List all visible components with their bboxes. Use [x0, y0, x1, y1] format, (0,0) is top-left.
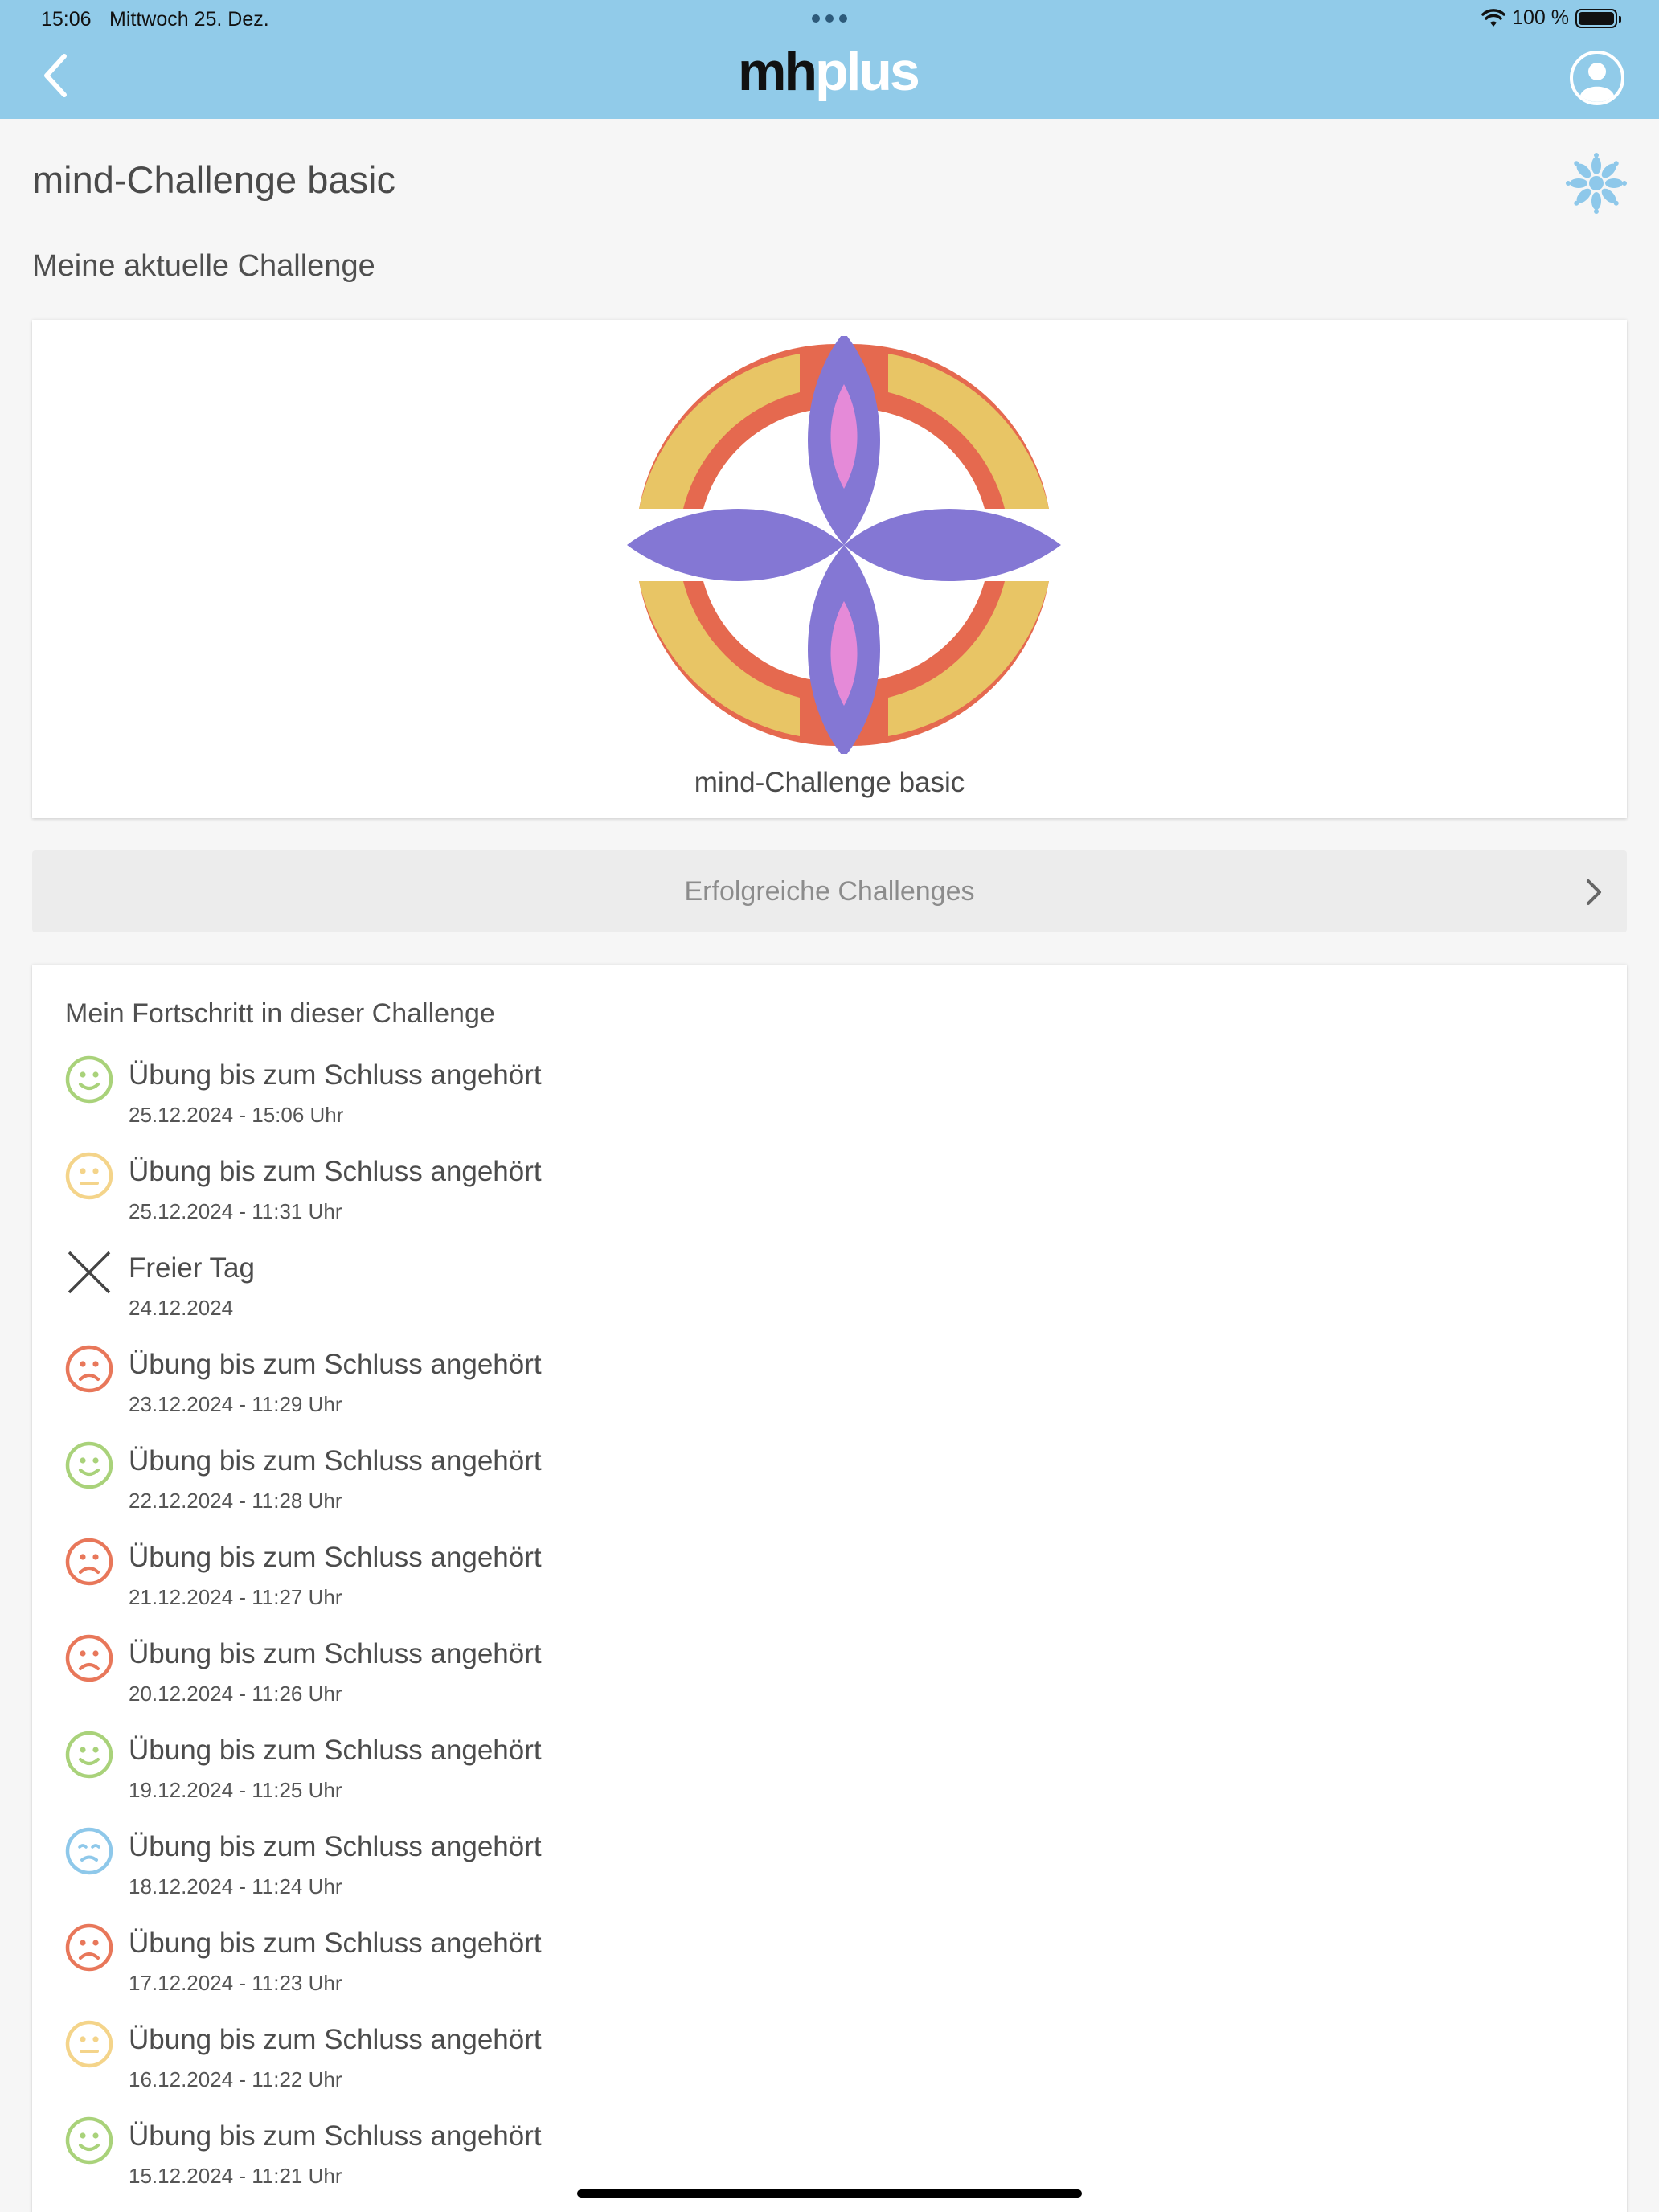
- happy-face-icon: [65, 1055, 113, 1104]
- entry-date: 25.12.2024 - 15:06 Uhr: [129, 1103, 344, 1127]
- progress-card: Mein Fortschritt in dieser Challenge Übu…: [32, 965, 1627, 2212]
- progress-entry: Übung bis zum Schluss angehört 25.12.2024…: [64, 1055, 1029, 1143]
- logo-mh: mh: [738, 41, 817, 102]
- entry-title: Übung bis zum Schluss angehört: [129, 2120, 542, 2152]
- progress-entry: Übung bis zum Schluss angehört 23.12.2024…: [64, 1344, 1029, 1432]
- challenge-name: mind-Challenge basic: [694, 767, 965, 798]
- progress-entry: Übung bis zum Schluss angehört 18.12.2024…: [64, 1826, 1029, 1915]
- entry-title: Übung bis zum Schluss angehört: [129, 1059, 542, 1091]
- battery-percent: 100 %: [1512, 6, 1569, 29]
- progress-entry: Übung bis zum Schluss angehört 25.12.2024…: [64, 1151, 1029, 1239]
- entry-title: Übung bis zum Schluss angehört: [129, 1156, 542, 1187]
- chevron-right-icon: [1587, 879, 1601, 905]
- progress-entry: Übung bis zum Schluss angehört 17.12.2024…: [64, 1923, 1029, 2011]
- user-profile-icon[interactable]: [1569, 50, 1625, 106]
- page-title: mind-Challenge basic: [32, 158, 395, 201]
- entry-date: 25.12.2024 - 11:31 Uhr: [129, 1199, 342, 1223]
- status-date: Mittwoch 25. Dez.: [109, 8, 269, 31]
- happy-face-icon: [65, 1441, 113, 1489]
- entry-date: 23.12.2024 - 11:29 Uhr: [129, 1392, 342, 1416]
- entry-date: 15.12.2024 - 11:21 Uhr: [129, 2164, 342, 2188]
- entry-title: Übung bis zum Schluss angehört: [129, 1349, 542, 1380]
- snowflake-icon[interactable]: [1566, 153, 1627, 214]
- close-x-icon: [68, 1251, 111, 1294]
- mandala-logo-icon: [627, 336, 1061, 754]
- neutral-face-icon: [65, 2020, 113, 2068]
- entry-title: Freier Tag: [129, 1252, 255, 1284]
- status-right: 100 %: [1481, 6, 1621, 30]
- home-indicator[interactable]: [577, 2189, 1082, 2198]
- status-time: 15:06: [41, 8, 92, 31]
- entry-title: Übung bis zum Schluss angehört: [129, 2024, 542, 2055]
- entry-title: Übung bis zum Schluss angehört: [129, 1735, 542, 1766]
- sad-face-icon: [65, 1345, 113, 1393]
- entry-title: Übung bis zum Schluss angehört: [129, 1831, 542, 1862]
- happy-face-icon: [65, 1731, 113, 1779]
- entry-title: Übung bis zum Schluss angehört: [129, 1927, 542, 1959]
- sad-face-icon: [65, 1923, 113, 1972]
- mhplus-logo: mhplus: [738, 40, 923, 104]
- section-title: Meine aktuelle Challenge: [32, 249, 375, 283]
- successful-challenges-button[interactable]: Erfolgreiche Challenges: [32, 850, 1627, 932]
- entry-date: 21.12.2024 - 11:27 Uhr: [129, 1585, 342, 1609]
- entry-title: Übung bis zum Schluss angehört: [129, 1638, 542, 1669]
- calm-face-icon: [65, 1827, 113, 1875]
- top-bar: 15:06 Mittwoch 25. Dez. 100 % mhplus: [0, 0, 1659, 119]
- progress-title: Mein Fortschritt in dieser Challenge: [65, 998, 495, 1029]
- progress-entry: Übung bis zum Schluss angehört 22.12.2024…: [64, 1440, 1029, 1529]
- multitasking-dots-icon[interactable]: [812, 14, 847, 24]
- entry-date: 16.12.2024 - 11:22 Uhr: [129, 2067, 342, 2091]
- progress-entry: Freier Tag 24.12.2024: [64, 1247, 1029, 1336]
- progress-entry: Übung bis zum Schluss angehört 16.12.2024…: [64, 2019, 1029, 2108]
- entry-title: Übung bis zum Schluss angehört: [129, 1542, 542, 1573]
- status-bar: 15:06 Mittwoch 25. Dez. 100 %: [0, 6, 1659, 35]
- sad-face-icon: [65, 1538, 113, 1586]
- progress-entry: Übung bis zum Schluss angehört 20.12.2024…: [64, 1633, 1029, 1722]
- progress-entry: Übung bis zum Schluss angehört 21.12.2024…: [64, 1537, 1029, 1625]
- entry-date: 18.12.2024 - 11:24 Uhr: [129, 1874, 342, 1899]
- entry-title: Übung bis zum Schluss angehört: [129, 1445, 542, 1477]
- happy-face-icon: [65, 2116, 113, 2165]
- current-challenge-card[interactable]: mind-Challenge basic: [32, 320, 1627, 818]
- logo-plus: plus: [815, 41, 920, 102]
- successful-challenges-label: Erfolgreiche Challenges: [684, 876, 975, 907]
- entry-date: 24.12.2024: [129, 1296, 234, 1320]
- wifi-icon: [1481, 8, 1505, 27]
- back-arrow-icon[interactable]: [40, 51, 72, 100]
- neutral-face-icon: [65, 1152, 113, 1200]
- sad-face-icon: [65, 1634, 113, 1682]
- entry-date: 22.12.2024 - 11:28 Uhr: [129, 1489, 342, 1513]
- battery-icon: [1575, 8, 1621, 28]
- entry-date: 19.12.2024 - 11:25 Uhr: [129, 1778, 342, 1802]
- entry-date: 20.12.2024 - 11:26 Uhr: [129, 1682, 342, 1706]
- entry-date: 17.12.2024 - 11:23 Uhr: [129, 1971, 342, 1995]
- progress-entry: Übung bis zum Schluss angehört 19.12.2024…: [64, 1730, 1029, 1818]
